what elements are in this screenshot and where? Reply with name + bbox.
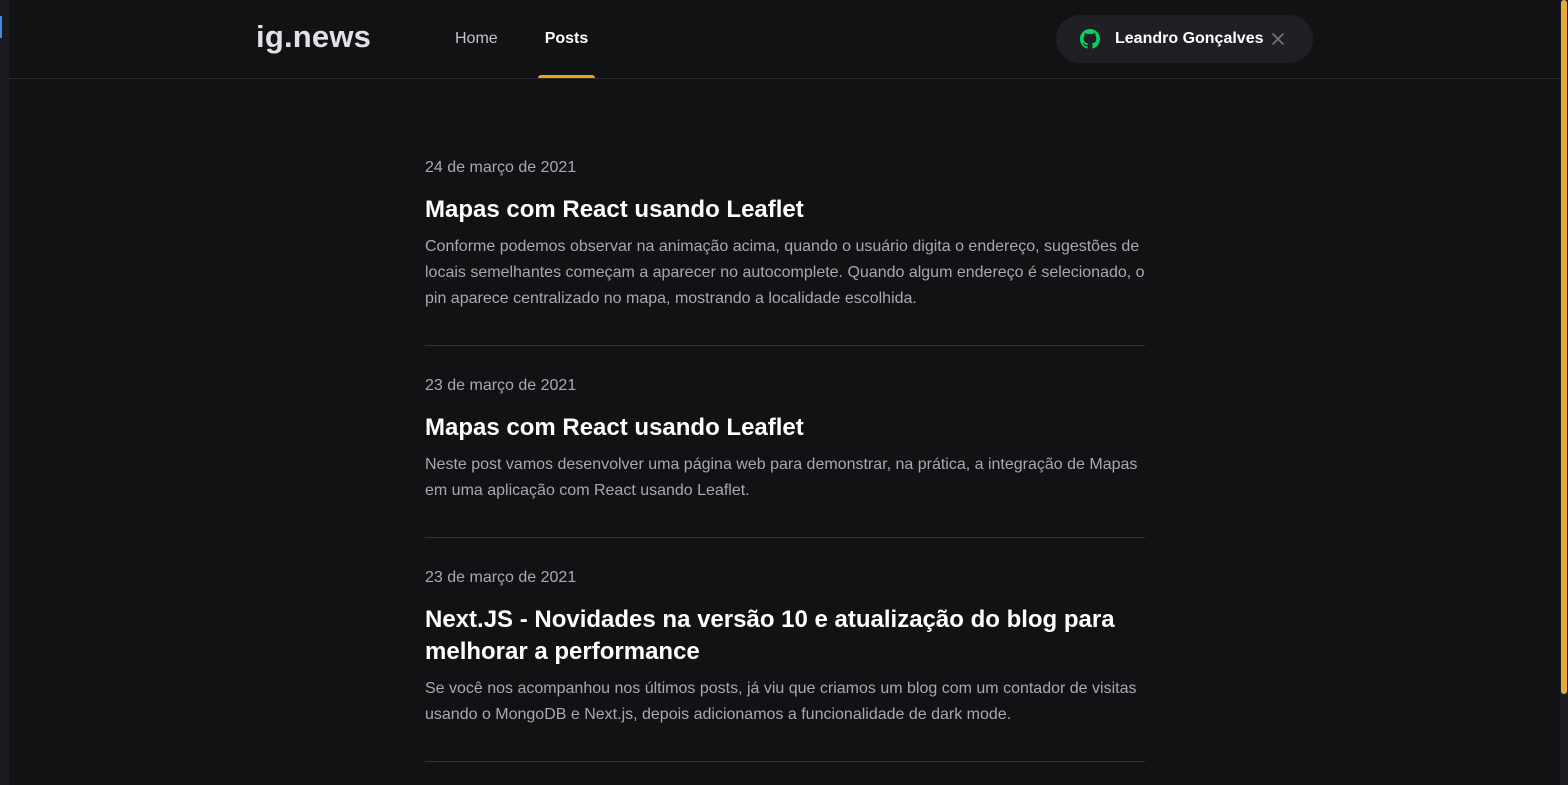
post-item[interactable]: 23 de março de 2021 Next.JS - Novidades …: [425, 568, 1145, 762]
user-name: Leandro Gonçalves: [1115, 30, 1264, 47]
post-excerpt: Se você nos acompanhou nos últimos posts…: [425, 680, 1137, 723]
left-window-edge: [0, 0, 9, 785]
window-edge-marker: [0, 16, 2, 38]
site-header: ig.news Home Posts Leandro Gonçalves: [9, 0, 1560, 79]
signin-button[interactable]: Leandro Gonçalves: [1056, 15, 1313, 63]
site-logo: ig.news: [256, 19, 372, 54]
post-item[interactable]: 24 de março de 2021 Mapas com React usan…: [425, 158, 1145, 346]
post-date: 23 de março de 2021: [425, 569, 577, 586]
nav-home-link[interactable]: Home: [455, 0, 498, 78]
scrollbar-thumb[interactable]: [1561, 0, 1567, 694]
post-date: 24 de março de 2021: [425, 159, 577, 176]
github-icon: [1080, 29, 1100, 49]
page-scrollbar[interactable]: [1560, 0, 1568, 785]
active-tab-indicator: [538, 75, 595, 78]
post-title: Mapas com React usando Leaflet: [425, 196, 804, 223]
post-date: 23 de março de 2021: [425, 377, 577, 394]
close-icon[interactable]: [1270, 31, 1286, 47]
post-excerpt: Conforme podemos observar na animação ac…: [425, 238, 1145, 307]
post-title: Mapas com React usando Leaflet: [425, 414, 804, 441]
post-item[interactable]: 23 de março de 2021 Mapas com React usan…: [425, 376, 1145, 538]
nav-posts-link[interactable]: Posts: [538, 0, 595, 78]
nav-posts-label: Posts: [544, 30, 589, 47]
post-excerpt: Neste post vamos desenvolver uma página …: [425, 456, 1138, 499]
post-title: Next.JS - Novidades na versão 10 e atual…: [425, 606, 1115, 665]
